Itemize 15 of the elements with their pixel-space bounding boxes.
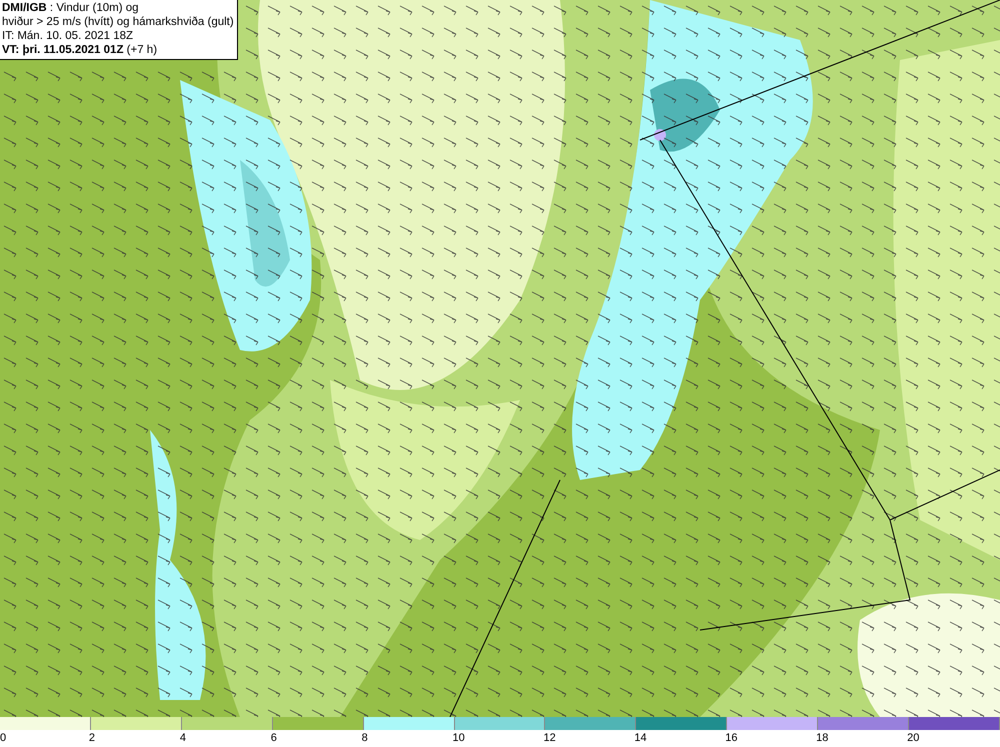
title-line: DMI/IGB : Vindur (10m) og [2, 1, 140, 15]
scale-label: 18 [816, 731, 828, 746]
scale-label: 14 [634, 731, 647, 746]
title-line: VT: þri. 11.05.2021 01Z (+7 h) [2, 43, 158, 57]
scale-label: 12 [543, 731, 556, 746]
scale-label: 0 [0, 731, 6, 746]
title-line: hviður > 25 m/s (hvítt) og hámarkshviða (gult) [2, 15, 234, 29]
title-line: IT: Mán. 10. 05. 2021 18Z [2, 29, 134, 43]
scale-label: 20 [907, 731, 920, 746]
scale-label: 10 [452, 731, 465, 746]
scale-label: 6 [270, 731, 277, 746]
scale-label: 4 [180, 731, 186, 746]
scale-label: 16 [725, 731, 738, 746]
scale-label: 2 [88, 731, 96, 746]
scale-label: 8 [362, 731, 368, 746]
